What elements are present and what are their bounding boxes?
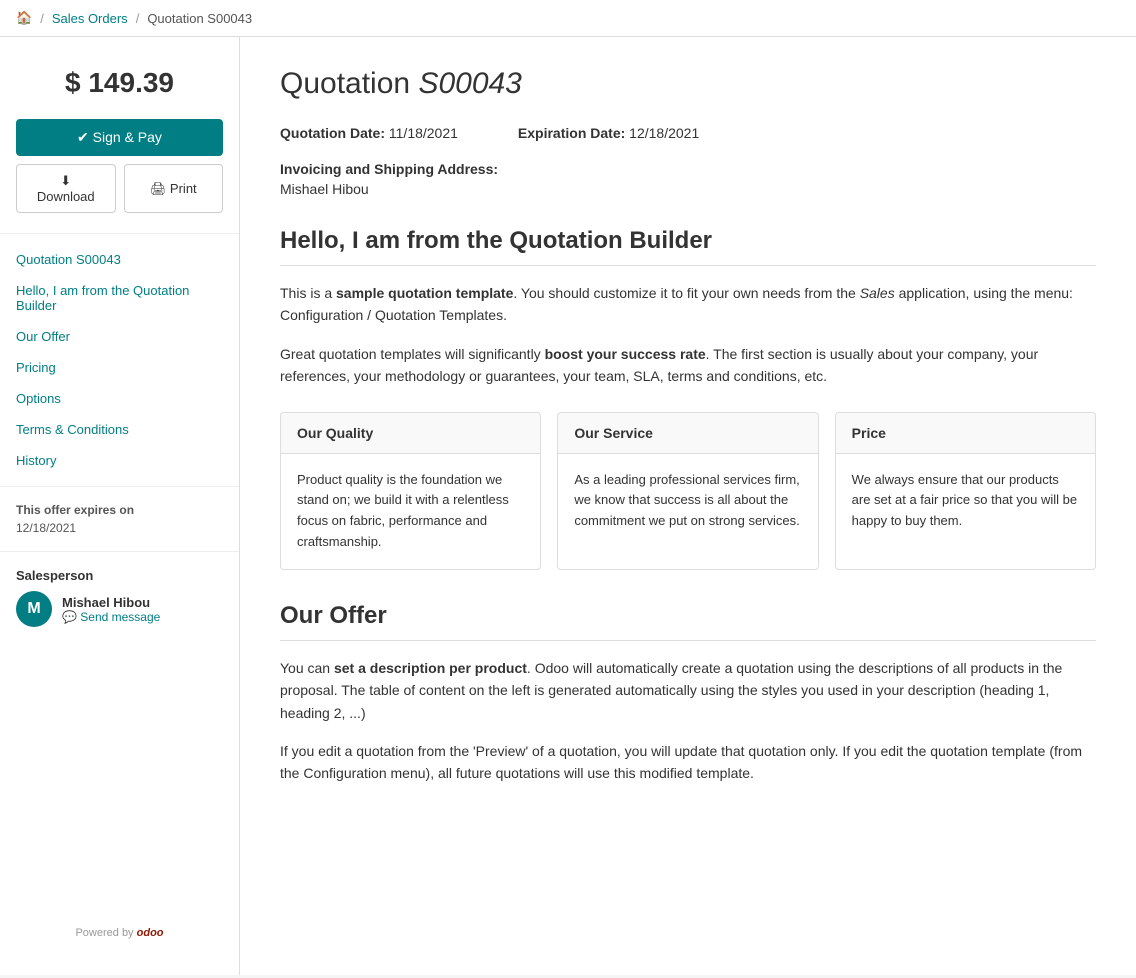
breadcrumb-sep2: / <box>136 11 140 26</box>
home-icon[interactable]: 🏠 <box>16 10 32 26</box>
sidebar-nav-our-offer[interactable]: Our Offer <box>0 321 239 352</box>
section1-para1: This is a sample quotation template. You… <box>280 282 1096 327</box>
card-2: Price We always ensure that our products… <box>835 412 1096 570</box>
expiration-date-val: 12/18/2021 <box>629 125 699 141</box>
address-label: Invoicing and Shipping Address: <box>280 161 1096 177</box>
download-print-row: ⬇ Download 🖨 Print <box>16 164 223 213</box>
card-body-0: Product quality is the foundation we sta… <box>281 454 540 569</box>
sidebar-nav-terms-conditions[interactable]: Terms & Conditions <box>0 414 239 445</box>
avatar: M <box>16 591 52 627</box>
quotation-title: Quotation S00043 <box>280 67 1096 101</box>
quotation-title-prefix: Quotation <box>280 67 418 100</box>
breadcrumb: 🏠 / Sales Orders / Quotation S00043 <box>0 0 1136 37</box>
s2p1-bold: set a description per product <box>334 660 527 676</box>
sidebar-nav: Quotation S00043Hello, I am from the Quo… <box>0 233 239 486</box>
sidebar-nav-history[interactable]: History <box>0 445 239 476</box>
quotation-date: Quotation Date: 11/18/2021 <box>280 125 458 141</box>
quotation-title-id: S00043 <box>418 67 521 100</box>
salesperson-label: Salesperson <box>16 568 223 583</box>
print-button[interactable]: 🖨 Print <box>124 164 224 213</box>
s1p1-italic: Sales <box>860 285 895 301</box>
section1-title: Hello, I am from the Quotation Builder <box>280 227 1096 266</box>
expiration-date: Expiration Date: 12/18/2021 <box>518 125 699 141</box>
main-content: Quotation S00043 Quotation Date: 11/18/2… <box>240 37 1136 975</box>
s2p1-pre: You can <box>280 660 334 676</box>
sign-pay-button[interactable]: ✔ Sign & Pay <box>16 119 223 156</box>
breadcrumb-sep1: / <box>40 11 44 26</box>
quotation-date-val: 11/18/2021 <box>389 125 458 141</box>
s1p1-mid: . You should customize it to fit your ow… <box>513 285 859 301</box>
address-name: Mishael Hibou <box>280 181 1096 197</box>
card-header-0: Our Quality <box>281 413 540 454</box>
s1p2-pre: Great quotation templates will significa… <box>280 346 545 362</box>
s1p2-bold: boost your success rate <box>545 346 706 362</box>
breadcrumb-sales-orders[interactable]: Sales Orders <box>52 11 128 26</box>
sidebar-price: $ 149.39 <box>0 57 239 119</box>
section1-para2: Great quotation templates will significa… <box>280 343 1096 388</box>
cards-row: Our Quality Product quality is the found… <box>280 412 1096 570</box>
download-button[interactable]: ⬇ Download <box>16 164 116 213</box>
card-body-1: As a leading professional services firm,… <box>558 454 817 548</box>
salesperson-info: M Mishael Hibou 💬 Send message <box>16 591 223 627</box>
card-header-2: Price <box>836 413 1095 454</box>
section2-title: Our Offer <box>280 602 1096 641</box>
quotation-date-label: Quotation Date: <box>280 125 385 141</box>
section2-para2: If you edit a quotation from the 'Previe… <box>280 740 1096 785</box>
send-message-link[interactable]: 💬 Send message <box>62 610 160 624</box>
sidebar-expiry: This offer expires on 12/18/2021 <box>0 486 239 551</box>
s1p1-pre: This is a <box>280 285 336 301</box>
card-header-1: Our Service <box>558 413 817 454</box>
powered-by-text: Powered by <box>75 927 133 939</box>
card-body-2: We always ensure that our products are s… <box>836 454 1095 548</box>
expiration-date-label: Expiration Date: <box>518 125 625 141</box>
card-0: Our Quality Product quality is the found… <box>280 412 541 570</box>
sidebar-actions: ✔ Sign & Pay ⬇ Download 🖨 Print <box>0 119 239 233</box>
address-block: Invoicing and Shipping Address: Mishael … <box>280 161 1096 197</box>
sidebar-nav-hello-quotation-builder[interactable]: Hello, I am from the Quotation Builder <box>0 275 239 321</box>
expiry-label: This offer expires on <box>16 503 223 517</box>
section2: Our Offer You can set a description per … <box>280 602 1096 785</box>
section2-para1: You can set a description per product. O… <box>280 657 1096 724</box>
meta-row: Quotation Date: 11/18/2021 Expiration Da… <box>280 125 1096 141</box>
expiry-date: 12/18/2021 <box>16 521 223 535</box>
sidebar-nav-options[interactable]: Options <box>0 383 239 414</box>
s1p1-bold: sample quotation template <box>336 285 513 301</box>
salesperson-name: Mishael Hibou <box>62 595 160 610</box>
odoo-brand: odoo <box>137 927 164 939</box>
sidebar: $ 149.39 ✔ Sign & Pay ⬇ Download 🖨 Print… <box>0 37 240 975</box>
card-1: Our Service As a leading professional se… <box>557 412 818 570</box>
sidebar-salesperson: Salesperson M Mishael Hibou 💬 Send messa… <box>0 551 239 643</box>
powered-by: Powered by odoo <box>0 911 239 955</box>
sidebar-nav-quotation-s00043[interactable]: Quotation S00043 <box>0 244 239 275</box>
breadcrumb-current: Quotation S00043 <box>147 11 252 26</box>
sidebar-nav-pricing[interactable]: Pricing <box>0 352 239 383</box>
